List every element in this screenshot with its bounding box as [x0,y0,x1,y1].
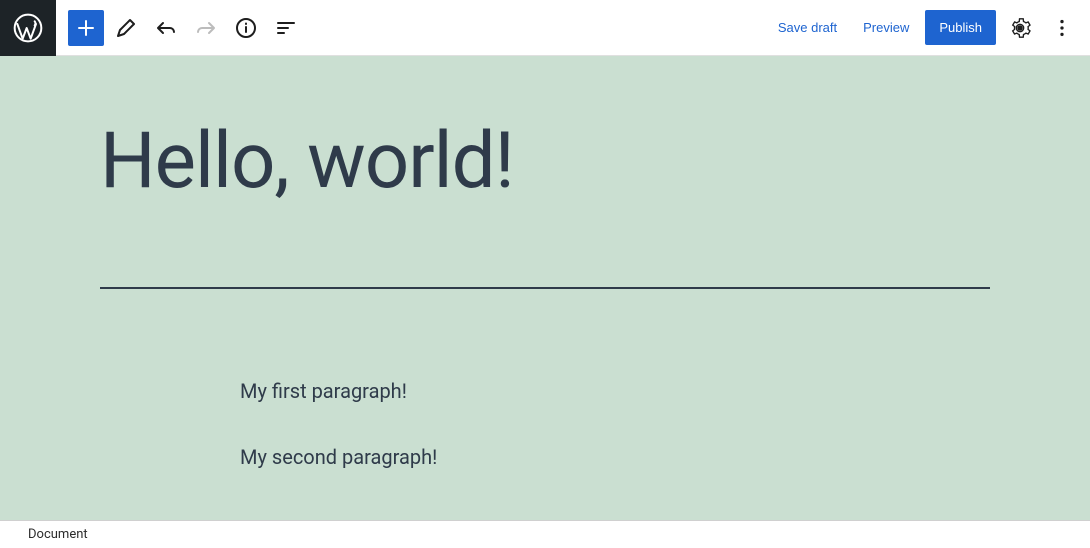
publish-button[interactable]: Publish [925,10,996,45]
list-view-icon [274,16,298,40]
breadcrumb[interactable]: Document [28,527,88,542]
pencil-icon [114,16,138,40]
wordpress-logo[interactable] [0,0,56,56]
redo-icon [194,16,218,40]
gear-icon [1009,17,1031,39]
preview-button[interactable]: Preview [853,12,919,43]
undo-icon [154,16,178,40]
info-icon [234,16,258,40]
editor-topbar: Save draft Preview Publish [0,0,1090,56]
save-draft-button[interactable]: Save draft [768,12,847,43]
outline-button[interactable] [268,10,304,46]
editor-canvas[interactable]: Hello, world! My first paragraph! My sec… [0,56,1090,520]
paragraph-block[interactable]: My second paragraph! [240,445,1090,469]
toolbar-right-group: Save draft Preview Publish [768,10,1090,46]
wordpress-icon [12,12,44,44]
undo-button[interactable] [148,10,184,46]
more-options-button[interactable] [1044,10,1080,46]
post-title[interactable]: Hello, world! [100,116,1090,207]
edit-mode-button[interactable] [108,10,144,46]
separator-block[interactable] [100,287,990,289]
editor-footer: Document [0,520,1090,548]
details-button[interactable] [228,10,264,46]
add-block-button[interactable] [68,10,104,46]
redo-button[interactable] [188,10,224,46]
plus-icon [74,16,98,40]
editor-canvas-scroll[interactable]: Hello, world! My first paragraph! My sec… [0,56,1090,520]
dots-vertical-icon [1051,17,1073,39]
toolbar-left-group [56,10,304,46]
paragraph-block[interactable]: My first paragraph! [240,379,1090,403]
settings-button[interactable] [1002,10,1038,46]
